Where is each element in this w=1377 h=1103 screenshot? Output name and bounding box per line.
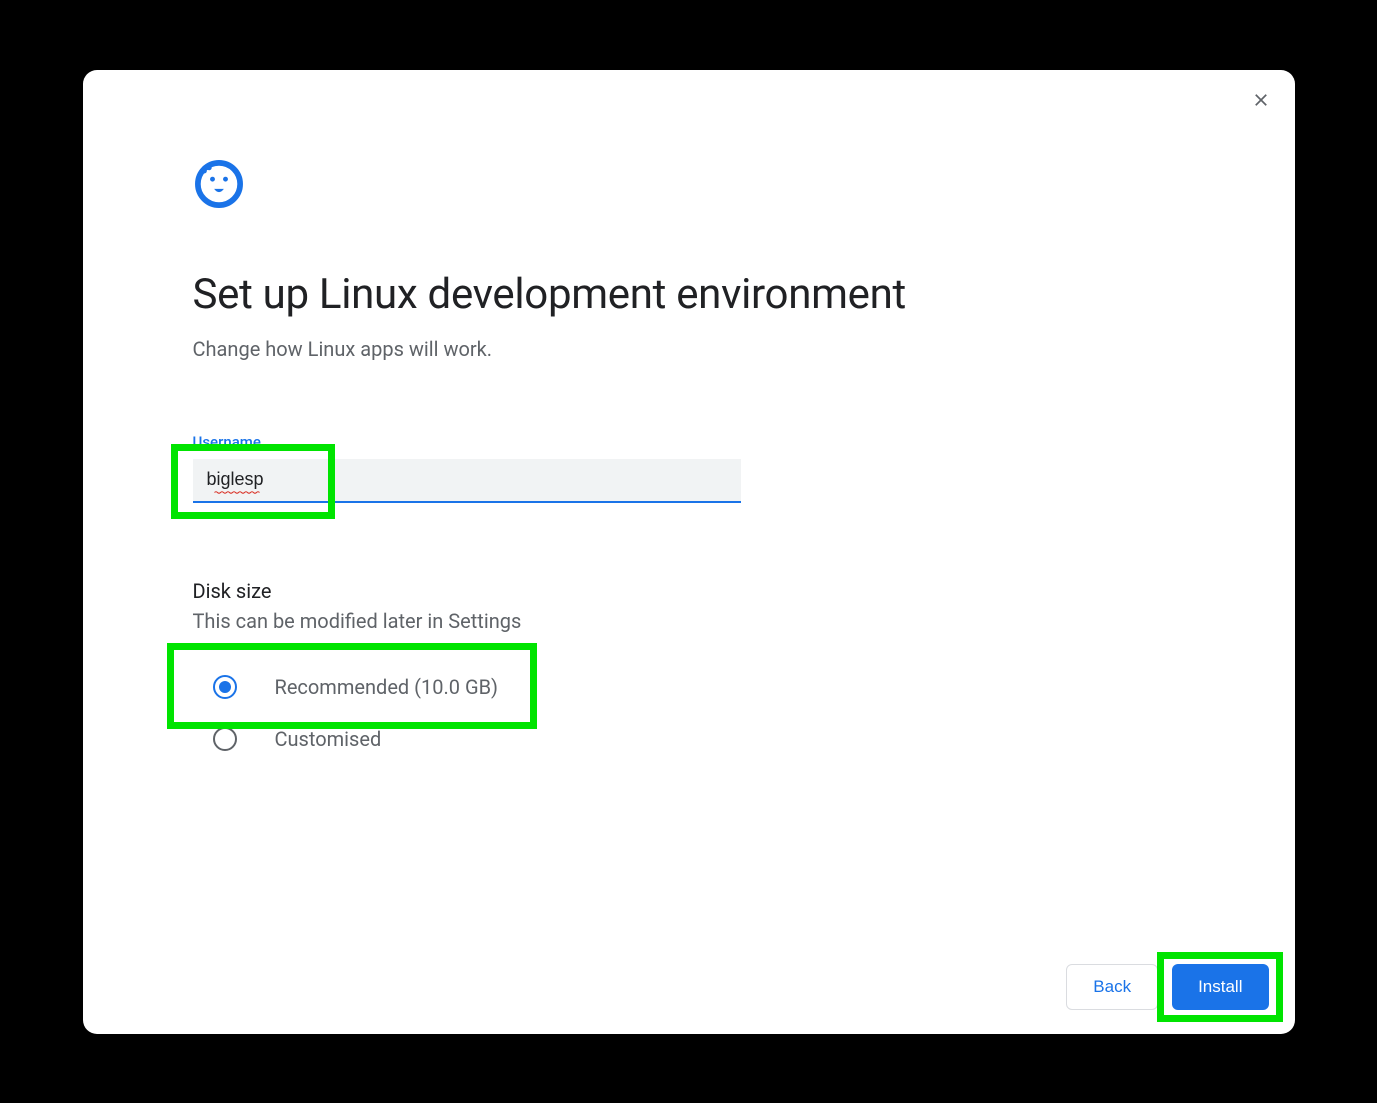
username-input[interactable] [193,459,741,503]
dialog-subtitle: Change how Linux apps will work. [193,337,1185,361]
radio-recommended-label: Recommended (10.0 GB) [275,675,499,699]
radio-button-selected-icon [213,675,237,699]
username-label: Username [193,433,1185,451]
close-button[interactable] [1249,88,1273,112]
install-button[interactable]: Install [1172,964,1268,1010]
radio-customised-label: Customised [275,727,382,751]
radio-button-unselected-icon [213,727,237,751]
disk-size-sublabel: This can be modified later in Settings [193,609,1185,633]
username-field-wrap [193,459,741,503]
dialog-title: Set up Linux development environment [193,270,1185,319]
disk-size-label: Disk size [193,579,1185,603]
linux-setup-dialog: Set up Linux development environment Cha… [83,70,1295,1034]
linux-penguin-icon [193,158,245,210]
disk-size-radio-group: Recommended (10.0 GB) Customised [193,661,1185,765]
dialog-footer: Back Install [1066,964,1268,1010]
close-icon [1252,91,1270,109]
radio-recommended[interactable]: Recommended (10.0 GB) [213,661,1185,713]
radio-customised[interactable]: Customised [213,713,1185,765]
back-button[interactable]: Back [1066,964,1158,1010]
